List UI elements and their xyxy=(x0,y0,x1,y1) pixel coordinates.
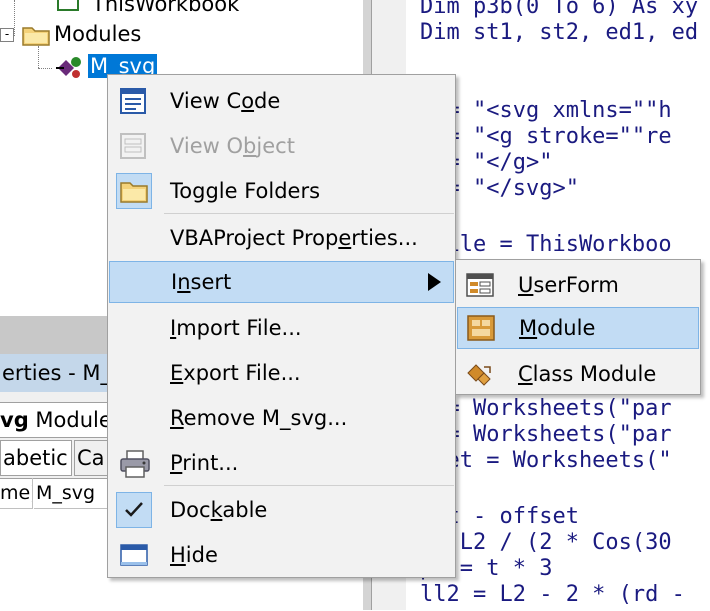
menu-item-label: Export File... xyxy=(170,361,301,385)
tab-alphabetic[interactable]: abetic xyxy=(0,440,72,476)
collapse-toggle[interactable]: - xyxy=(0,28,14,42)
view-object-icon xyxy=(120,133,146,159)
checkmark-icon xyxy=(122,499,146,521)
menu-item-label: Hide xyxy=(170,543,218,567)
folder-icon xyxy=(22,24,50,46)
menu-item-label: Import File... xyxy=(170,316,302,340)
object-type: Module xyxy=(28,408,112,432)
menu-separator xyxy=(164,485,454,486)
printer-icon xyxy=(120,450,150,478)
menu-item-label: Remove M_svg... xyxy=(170,406,348,430)
menu-item-insert[interactable]: Insert xyxy=(109,261,454,303)
tree-item-modules[interactable]: Modules xyxy=(54,22,141,46)
workbook-icon xyxy=(56,0,80,12)
submenu-item-module[interactable]: Module xyxy=(457,307,699,349)
submenu-item-label: Class Module xyxy=(518,362,657,386)
menu-item-import-file[interactable]: Import File... xyxy=(108,308,455,348)
menu-item-toggle-folders[interactable]: Toggle Folders xyxy=(108,171,455,211)
menu-item-print[interactable]: Print... xyxy=(108,443,455,483)
object-name: vg xyxy=(0,408,29,432)
menu-item-label: View Code xyxy=(170,89,281,113)
menu-item-label: Print... xyxy=(170,451,239,475)
menu-item-view-code[interactable]: View Code xyxy=(108,81,455,121)
view-code-icon xyxy=(120,88,146,114)
module-icon xyxy=(54,54,84,80)
submenu-item-label: Module xyxy=(519,316,596,340)
hide-window-icon xyxy=(120,542,148,568)
menu-item-hide[interactable]: Hide xyxy=(108,535,455,575)
code-line[interactable]: fset = Worksheets(" xyxy=(420,448,672,474)
menu-item-label: Dockable xyxy=(170,498,268,522)
code-line[interactable]: d = Worksheets("par xyxy=(420,396,672,422)
class-module-icon xyxy=(466,361,494,387)
code-line[interactable]: = L2 / (2 * Cos(30 xyxy=(420,530,671,556)
menu-item-label: Insert xyxy=(171,270,232,294)
code-line[interactable]: gfile = ThisWorkboo xyxy=(420,232,672,258)
submenu-item-label: UserForm xyxy=(518,273,619,297)
module-icon xyxy=(467,315,495,341)
menu-item-view-object: View Object xyxy=(108,126,455,166)
menu-item-label: View Object xyxy=(170,134,295,158)
menu-item-vbaproject-properties[interactable]: VBAProject Properties... xyxy=(108,218,455,258)
code-line[interactable]: Dim p3b(0 To 6) As xy xyxy=(420,0,698,20)
submenu-item-class-module[interactable]: Class Module xyxy=(456,354,700,394)
code-line[interactable]: Dim st1, st2, ed1, ed xyxy=(420,20,698,46)
menu-separator xyxy=(164,213,454,214)
property-name-cell[interactable]: me) xyxy=(0,478,33,509)
menu-item-dockable[interactable]: Dockable xyxy=(108,490,455,530)
menu-item-export-file[interactable]: Export File... xyxy=(108,353,455,393)
submenu-arrow-icon xyxy=(428,273,441,291)
folder-icon xyxy=(120,178,148,204)
code-line[interactable]: ll2 = L2 - 2 * (rd - xyxy=(420,582,685,608)
menu-item-label: VBAProject Properties... xyxy=(170,226,418,250)
tree-item-thisworkbook[interactable]: ThisWorkbook xyxy=(92,0,239,16)
code-line[interactable]: 2 = "<g stroke=""re xyxy=(420,124,672,150)
userform-icon xyxy=(466,272,494,298)
menu-item-remove-module[interactable]: Remove M_svg... xyxy=(108,398,455,438)
insert-submenu: UserForm Module Class Module xyxy=(455,259,701,395)
menu-item-label: Toggle Folders xyxy=(170,179,321,203)
submenu-item-userform[interactable]: UserForm xyxy=(456,265,700,305)
code-line[interactable]: 1 = "<svg xmlns=""h xyxy=(420,98,672,124)
code-line[interactable]: n = Worksheets("par xyxy=(420,422,672,448)
context-menu: View Code View Object Toggle Folders VBA… xyxy=(107,74,456,578)
